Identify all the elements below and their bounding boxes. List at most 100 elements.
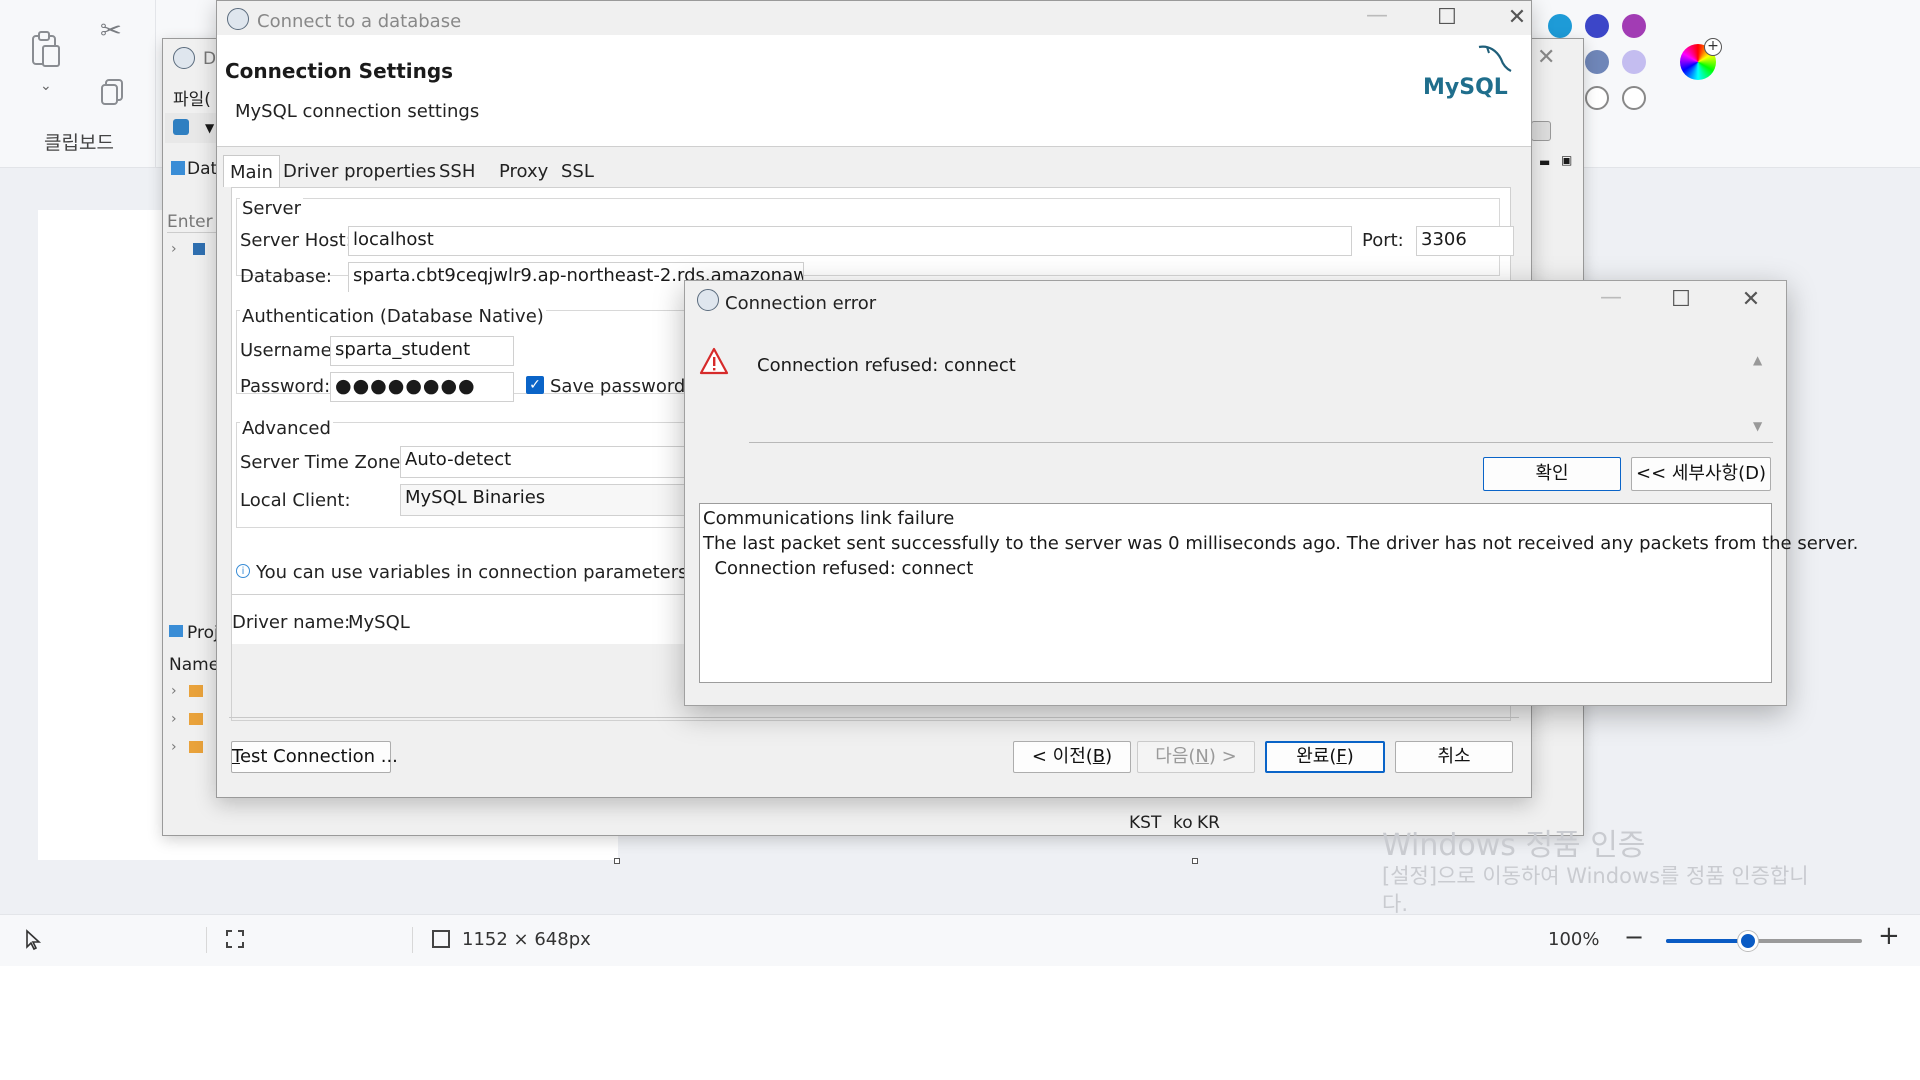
canvas-resize-handle[interactable] — [1192, 858, 1198, 864]
next-button[interactable]: 다음(N) > — [1137, 741, 1255, 773]
zoom-slider[interactable] — [1666, 931, 1862, 951]
database-navigator-icon — [171, 161, 185, 175]
tab-ssl[interactable]: SSL — [555, 155, 600, 187]
password-input[interactable]: ●●●●●●●● — [330, 372, 514, 402]
timezone-label: Server Time Zone: — [240, 452, 407, 473]
color-swatch-lavender[interactable] — [1622, 50, 1646, 74]
tree-expand-icon[interactable]: › — [171, 739, 177, 755]
cut-icon[interactable]: ✂ — [100, 18, 122, 44]
project-folder-icon[interactable] — [189, 685, 203, 697]
minimize-view-icon[interactable]: ▬ — [1539, 155, 1550, 169]
scroll-up-icon[interactable]: ▲ — [1753, 353, 1762, 367]
driver-name-value: MySQL — [348, 612, 410, 633]
status-locale: ko — [1173, 813, 1193, 833]
database-label: Database: — [240, 266, 332, 287]
desktop-area — [0, 966, 1920, 1080]
dbeaver-menu-file[interactable]: 파일( — [173, 85, 211, 110]
paint-statusbar: 1152 × 648px 100% − + — [0, 914, 1920, 966]
status-timezone: KST — [1129, 813, 1162, 833]
back-button[interactable]: < 이전(B) — [1013, 741, 1131, 773]
connection-error-dialog: Connection error — ☐ ✕ Connection refuse… — [684, 280, 1858, 706]
test-connection-button[interactable]: Test Connection ... — [231, 741, 398, 773]
username-label: Username: — [240, 340, 338, 361]
details-line: Communications link failure — [703, 508, 955, 529]
minimize-button[interactable]: — — [1357, 3, 1397, 28]
status-divider — [206, 927, 207, 953]
color-swatch-empty-1[interactable] — [1585, 86, 1609, 110]
header-subtitle: MySQL connection settings — [235, 101, 480, 122]
dropdown-arrow-icon[interactable]: ▼ — [205, 121, 214, 135]
projects-icon — [169, 625, 183, 637]
tree-expand-icon[interactable]: › — [171, 241, 177, 257]
server-host-input[interactable]: localhost — [348, 226, 1352, 256]
tab-proxy[interactable]: Proxy — [493, 155, 554, 187]
canvas-resize-handle[interactable] — [614, 858, 620, 864]
zoom-level[interactable]: 100% — [1548, 929, 1599, 950]
maximize-view-icon[interactable]: ▣ — [1561, 153, 1572, 167]
details-toggle-button[interactable]: << 세부사항(D) — [1631, 457, 1771, 491]
paste-dropdown-icon[interactable]: ⌄ — [40, 78, 52, 94]
activation-watermark-line: [설정]으로 이동하여 Windows를 정품 인증합니 — [1382, 864, 1809, 888]
driver-name-label: Driver name: — [232, 612, 351, 633]
status-divider — [412, 927, 413, 953]
right-toolbar-icon[interactable] — [1531, 121, 1551, 141]
selection-size-icon — [226, 930, 244, 948]
canvas-size-icon — [432, 930, 450, 948]
project-folder-icon[interactable] — [189, 741, 203, 753]
advanced-group-label: Advanced — [240, 418, 333, 439]
finish-button[interactable]: 완료(F) — [1265, 741, 1385, 773]
status-region: KR — [1197, 813, 1220, 833]
color-swatch-indigo[interactable] — [1585, 14, 1609, 38]
error-maximize-button[interactable]: ☐ — [1661, 287, 1701, 312]
cancel-button[interactable]: 취소 — [1395, 741, 1513, 773]
tree-expand-icon[interactable]: › — [171, 683, 177, 699]
new-connection-icon[interactable] — [173, 119, 189, 135]
error-close-button[interactable]: ✕ — [1731, 287, 1771, 312]
scroll-down-icon[interactable]: ▼ — [1753, 419, 1762, 433]
clipboard-group-label: 클립보드 — [44, 132, 114, 154]
navigator-filter-input[interactable]: Enter — [167, 212, 217, 233]
zoom-out-button[interactable]: − — [1624, 923, 1644, 951]
variables-hint: You can use variables in connection para… — [256, 562, 694, 583]
color-swatch-purple[interactable] — [1622, 14, 1646, 38]
color-swatch-steelblue[interactable] — [1585, 50, 1609, 74]
canvas-size-text: 1152 × 648px — [462, 929, 591, 950]
warning-icon — [699, 347, 729, 379]
projects-tab[interactable]: Proj — [187, 623, 219, 643]
color-swatch-teal[interactable] — [1548, 14, 1572, 38]
error-details-text[interactable]: Communications link failure The last pac… — [699, 503, 1858, 683]
error-minimize-button[interactable]: — — [1591, 285, 1631, 310]
zoom-in-button[interactable]: + — [1878, 921, 1900, 951]
paste-icon[interactable] — [30, 30, 62, 73]
activation-watermark-title: Windows 정품 인증 — [1382, 828, 1646, 863]
details-line: Connection refused: connect — [703, 558, 974, 579]
password-label: Password: — [240, 376, 331, 397]
copy-icon[interactable] — [100, 78, 126, 111]
ok-button[interactable]: 확인 — [1483, 457, 1621, 491]
info-icon: i — [236, 564, 250, 578]
color-swatch-empty-2[interactable] — [1622, 86, 1646, 110]
zoom-slider-thumb[interactable] — [1738, 931, 1759, 951]
tree-expand-icon[interactable]: › — [171, 711, 177, 727]
zoom-slider-fill — [1666, 939, 1749, 943]
username-input[interactable]: sparta_student — [330, 336, 514, 366]
tab-ssh[interactable]: SSH — [433, 155, 481, 187]
project-folder-icon[interactable] — [189, 713, 203, 725]
tab-main[interactable]: Main — [223, 155, 280, 187]
projects-name-column: Name — [169, 655, 220, 675]
dbeaver-dialog-icon — [227, 8, 249, 30]
tab-driver-properties[interactable]: Driver properties — [277, 155, 442, 187]
ribbon-divider — [155, 0, 156, 168]
activation-watermark-line: 다. — [1382, 892, 1408, 916]
error-message-box: Connection refused: connect ▲ ▼ — [749, 349, 1773, 443]
port-input[interactable]: 3306 — [1416, 226, 1514, 256]
header-title: Connection Settings — [225, 59, 454, 83]
close-button[interactable]: ✕ — [1497, 5, 1537, 30]
dialog-header: Connection Settings MySQL connection set… — [217, 35, 1531, 147]
connection-node-icon[interactable] — [193, 243, 205, 255]
database-navigator-tab[interactable]: Dat — [187, 159, 217, 179]
maximize-button[interactable]: ☐ — [1427, 5, 1467, 30]
save-password-checkbox[interactable]: ✓ — [526, 376, 544, 394]
button-bar-separator — [229, 717, 1519, 718]
dbeaver-close-icon[interactable]: ✕ — [1537, 45, 1555, 70]
